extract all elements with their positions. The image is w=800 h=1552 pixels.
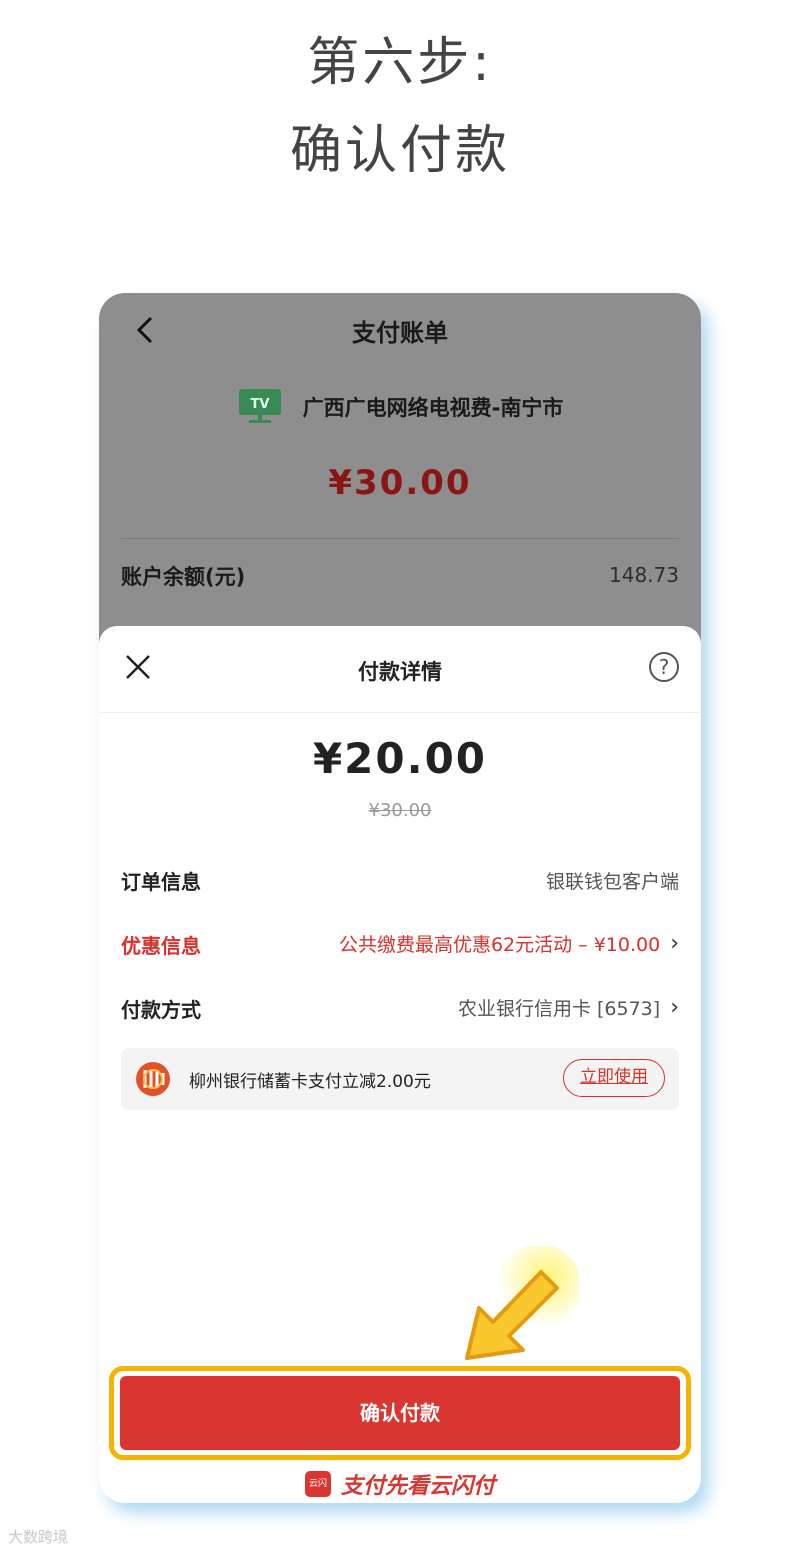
pointer-arrow-icon — [465, 1246, 579, 1360]
sheet-title: 付款详情 — [358, 660, 442, 684]
confirm-highlight: 确认付款 — [109, 1366, 691, 1460]
balance-label: 账户余额(元) — [121, 565, 246, 589]
step-heading: 第六步: — [307, 33, 493, 93]
phone-screen: 支付账单 TV 广西广电网络电视费-南宁市 ¥30.00 账户余额(元) 148… — [99, 293, 701, 1503]
discount-info-text: 公共缴费最高优惠62元活动 – ¥10.00 — [338, 934, 661, 956]
pay-amount: ¥20.00 — [312, 734, 488, 783]
help-icon[interactable]: ? — [649, 652, 679, 682]
confirm-payment-button[interactable]: 确认付款 — [120, 1376, 680, 1450]
bank-promo-banner: 柳州银行储蓄卡支付立减2.00元 立即使用 — [121, 1048, 679, 1110]
brand-logo: 云闪付 — [304, 1471, 331, 1497]
watermark: 大数跨境 — [8, 1528, 69, 1546]
discount-info-value[interactable]: 公共缴费最高优惠62元活动 – ¥10.00 › — [339, 930, 679, 957]
original-amount: ¥30.00 — [368, 800, 432, 821]
bill-title: 支付账单 — [352, 319, 448, 347]
order-info-label: 订单信息 — [121, 870, 201, 894]
payment-method-text: 农业银行信用卡 [6573] — [457, 998, 661, 1020]
tv-icon: TV — [237, 389, 283, 425]
merchant-name: 广西广电网络电视费-南宁市 — [302, 396, 564, 420]
brand-slogan: 支付先看云闪付 — [340, 1473, 495, 1499]
divider — [99, 712, 701, 713]
bank-logo-icon — [136, 1062, 170, 1096]
bill-amount: ¥30.00 — [328, 463, 472, 503]
promo-text: 柳州银行储蓄卡支付立减2.00元 — [189, 1072, 431, 1092]
discount-info-label: 优惠信息 — [121, 934, 201, 958]
chevron-right-icon: › — [670, 995, 679, 1020]
order-info-value: 银联钱包客户端 — [546, 867, 679, 894]
order-info-text: 银联钱包客户端 — [545, 871, 679, 893]
payment-method-label: 付款方式 — [121, 998, 201, 1022]
balance-value: 148.73 — [609, 563, 679, 587]
use-now-button[interactable]: 立即使用 — [563, 1059, 665, 1097]
bill-page: 支付账单 TV 广西广电网络电视费-南宁市 ¥30.00 账户余额(元) 148… — [99, 293, 701, 653]
divider — [121, 538, 679, 539]
chevron-right-icon: › — [670, 931, 679, 956]
step-subheading: 确认付款 — [289, 121, 510, 181]
brand-footer: 云闪付 支付先看云闪付 — [99, 1469, 701, 1499]
merchant-row: TV 广西广电网络电视费-南宁市 — [99, 387, 701, 427]
tv-icon-label: TV — [250, 397, 269, 412]
payment-method-value[interactable]: 农业银行信用卡 [6573] › — [458, 994, 679, 1021]
payment-detail-sheet: 付款详情 ? ¥20.00 ¥30.00 订单信息 银联钱包客户端 优惠信息 公… — [99, 626, 701, 1503]
